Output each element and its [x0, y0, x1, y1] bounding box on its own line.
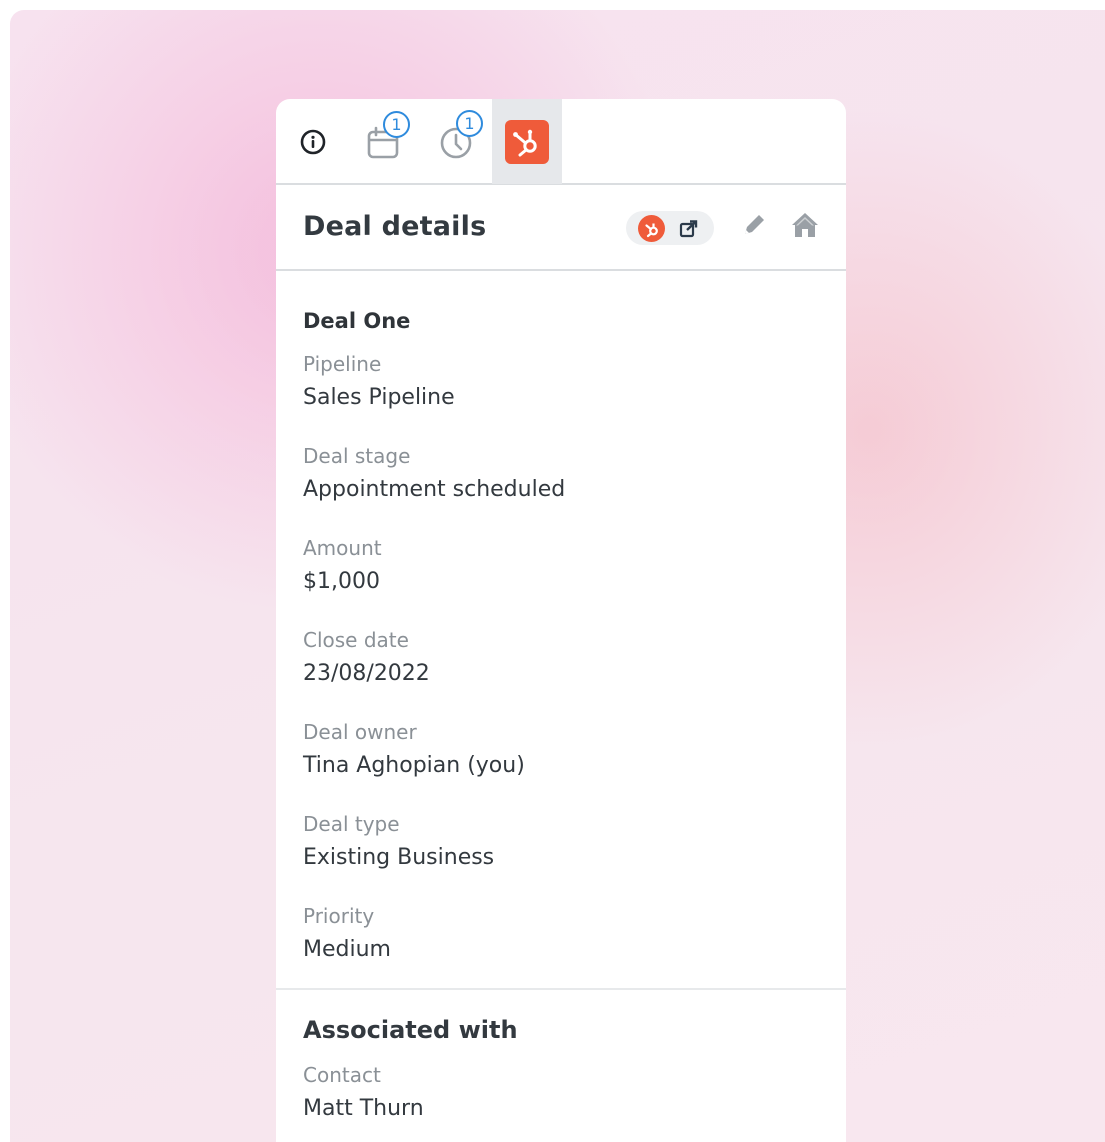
- page-title: Deal details: [303, 211, 487, 242]
- tab-activity[interactable]: 1: [422, 99, 492, 184]
- field-label: Close date: [303, 628, 409, 652]
- field-label: Deal stage: [303, 444, 411, 468]
- field-value: Sales Pipeline: [303, 385, 455, 410]
- associated-section-title: Associated with: [303, 1016, 518, 1044]
- field-label: Priority: [303, 904, 375, 928]
- field-label: Deal type: [303, 812, 400, 836]
- field-label: Deal owner: [303, 720, 417, 744]
- deal-details-header: Deal details: [276, 185, 846, 271]
- tab-tasks[interactable]: 1: [348, 99, 418, 184]
- hubspot-icon: [505, 119, 549, 164]
- field-priority: Priority Medium: [303, 901, 819, 969]
- tab-hubspot[interactable]: [492, 99, 562, 184]
- field-label: Amount: [303, 536, 382, 560]
- home-icon: [790, 211, 820, 243]
- pencil-icon: [741, 212, 767, 242]
- field-label: Contact: [303, 1063, 381, 1087]
- field-deal-owner: Deal owner Tina Aghopian (you): [303, 717, 819, 785]
- tasks-badge: 1: [383, 111, 410, 138]
- field-value: Medium: [303, 937, 391, 962]
- contact-link[interactable]: Matt Thurn: [303, 1090, 819, 1128]
- tab-info[interactable]: [278, 99, 348, 184]
- activity-badge: 1: [456, 110, 483, 137]
- info-icon: [300, 129, 326, 155]
- field-pipeline: Pipeline Sales Pipeline: [303, 349, 819, 417]
- field-value: 23/08/2022: [303, 661, 430, 686]
- field-label: Pipeline: [303, 352, 382, 376]
- tab-bar: 1 1: [276, 99, 846, 185]
- hubspot-icon: [638, 215, 665, 242]
- field-deal-type: Deal type Existing Business: [303, 809, 819, 877]
- home-button[interactable]: [787, 209, 823, 245]
- open-in-hubspot-button[interactable]: [626, 211, 714, 245]
- field-close-date: Close date 23/08/2022: [303, 625, 819, 693]
- deal-sidebar-panel: 1 1 Deal details Deal One Pipeline Sales…: [276, 99, 846, 1142]
- field-value: Existing Business: [303, 845, 495, 870]
- field-contact: Contact Matt Thurn: [303, 1060, 819, 1128]
- deal-content: Deal One Pipeline Sales Pipeline Deal st…: [276, 271, 846, 1128]
- field-value: Tina Aghopian (you): [303, 753, 525, 778]
- external-link-icon: [679, 219, 699, 243]
- field-amount: Amount $1,000: [303, 533, 819, 601]
- field-value: Appointment scheduled: [303, 477, 566, 502]
- deal-name: Deal One: [303, 309, 411, 333]
- field-deal-stage: Deal stage Appointment scheduled: [303, 441, 819, 509]
- edit-button[interactable]: [736, 209, 772, 245]
- section-divider: [276, 988, 846, 990]
- field-value: $1,000: [303, 569, 380, 594]
